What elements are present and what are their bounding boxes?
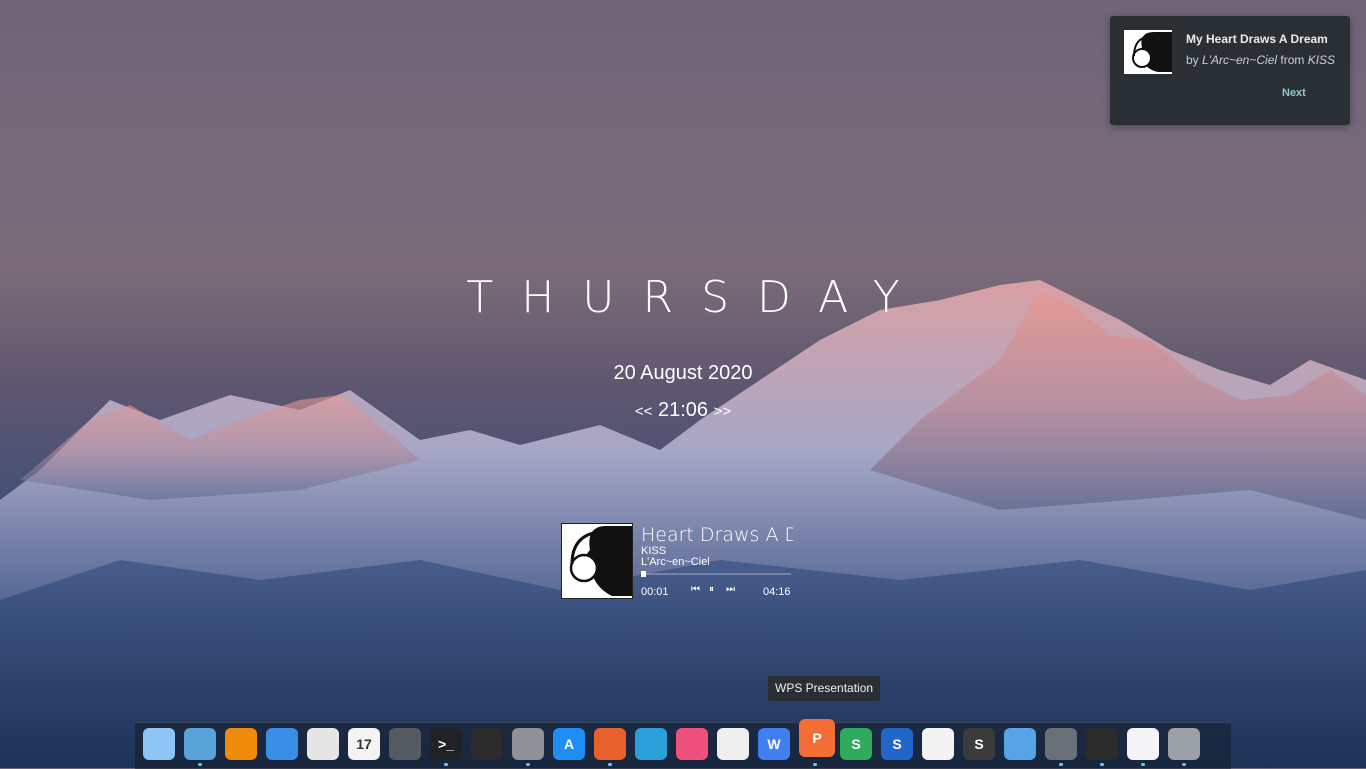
date-label: 20 August 2020 [613, 362, 753, 384]
dock-tooltip: WPS Presentation [768, 676, 881, 701]
dock-item-music[interactable] [1127, 728, 1159, 760]
dock-item-screenshot[interactable] [184, 728, 216, 760]
time-prefix: << [634, 403, 653, 420]
dock-item-settings[interactable] [512, 728, 544, 760]
player-elapsed: 00:01 [641, 586, 669, 598]
notification-title: My Heart Draws A Dream [1186, 32, 1328, 46]
wps-spreadsheet-icon: S [851, 736, 861, 752]
running-indicator [1059, 763, 1063, 766]
terminal-icon: >_ [438, 736, 454, 752]
running-indicator [1100, 763, 1104, 766]
dock-item-vlc[interactable] [225, 728, 257, 760]
dock-item-dashboard[interactable] [1086, 728, 1118, 760]
wps-presentation-icon: P [812, 730, 822, 746]
dock-item-sublime-text[interactable]: S [963, 728, 995, 760]
running-indicator [444, 763, 448, 766]
running-indicator [608, 763, 612, 766]
dock-item-audio[interactable] [676, 728, 708, 760]
dock-item-wps-writer[interactable]: W [758, 728, 790, 760]
player-progress-bar[interactable] [641, 571, 791, 577]
dock-item-app-store[interactable]: A [553, 728, 585, 760]
dock-item-wps-presentation[interactable]: P [799, 719, 835, 757]
player-album-art [561, 523, 633, 599]
next-button[interactable]: Next [1282, 87, 1306, 99]
player-artist: L'Arc~en~Ciel [641, 556, 710, 568]
dock-item-telegram[interactable] [635, 728, 667, 760]
dock-item-trash[interactable] [307, 728, 339, 760]
dock-item-search[interactable] [1004, 728, 1036, 760]
dock-item-disk-utility[interactable] [1045, 728, 1077, 760]
dock-item-calculator[interactable] [389, 728, 421, 760]
dock-item-files[interactable] [143, 728, 175, 760]
running-indicator [813, 763, 817, 766]
sublime-icon: S [974, 736, 984, 752]
next-track-icon[interactable]: ⏭ [726, 584, 735, 595]
dock-item-firefox[interactable] [594, 728, 626, 760]
album-art-thumbnail [1124, 30, 1172, 74]
time-label: << 21:06 >> [0, 399, 1366, 422]
time-value: 21:06 [657, 399, 709, 421]
running-indicator [526, 763, 530, 766]
player-track-title: Heart Draws A D [641, 524, 793, 546]
dock-item-inkscape[interactable] [717, 728, 749, 760]
dock-item-window[interactable] [1168, 728, 1200, 760]
pause-icon[interactable]: ⏸ [709, 584, 714, 595]
player-duration: 04:16 [763, 586, 791, 598]
simplenote-icon: S [892, 736, 902, 752]
previous-track-icon[interactable]: ⏮ [691, 584, 700, 595]
dock-item-system-monitor[interactable] [471, 728, 503, 760]
notification-popup[interactable]: My Heart Draws A Dream by L'Arc~en~Ciel … [1110, 16, 1350, 125]
time-suffix: >> [713, 403, 732, 420]
day-name: THURSDAY [466, 272, 928, 323]
dock-item-simplenote[interactable]: S [881, 728, 913, 760]
wps-writer-icon: W [767, 736, 781, 752]
dock-item-terminal[interactable]: >_ [430, 728, 462, 760]
notification-subtitle: by L'Arc~en~Ciel from KISS [1186, 53, 1336, 67]
running-indicator [1182, 763, 1186, 766]
player-progress-fill [641, 571, 646, 577]
calendar-icon: 17 [356, 736, 372, 752]
running-indicator [1141, 763, 1145, 766]
running-indicator [198, 763, 202, 766]
dock-item-calendar[interactable]: 17 [348, 728, 380, 760]
dock-item-finder[interactable] [266, 728, 298, 760]
dock-item-photos[interactable] [922, 728, 954, 760]
dock-item-wps-spreadsheet[interactable]: S [840, 728, 872, 760]
app-store-icon: A [563, 736, 575, 752]
